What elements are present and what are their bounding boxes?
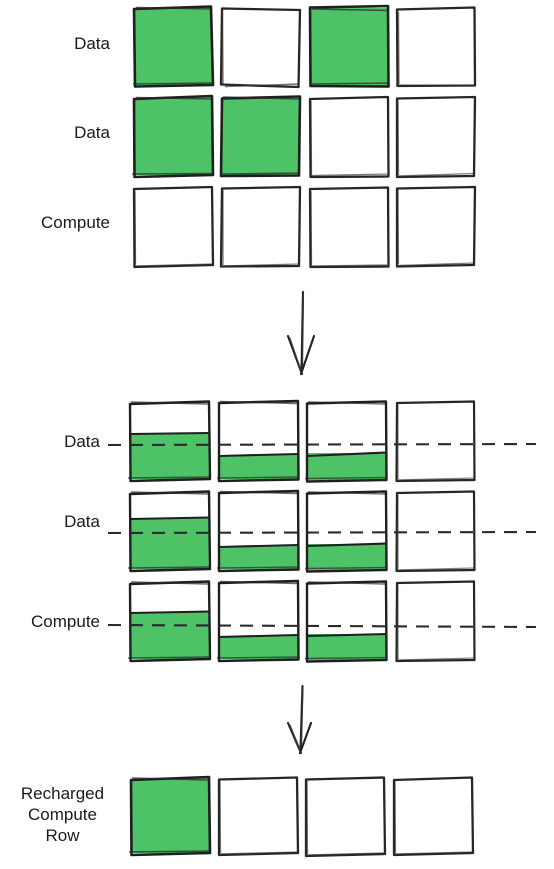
- cell-top-r2-c4[interactable]: [395, 95, 477, 179]
- cell-top-r2-c2[interactable]: [217, 93, 307, 183]
- arrow-middle-to-bottom: [286, 684, 313, 755]
- cell-top-r3-c1[interactable]: [132, 185, 215, 269]
- cell-result-c2[interactable]: [217, 776, 300, 857]
- cell-mid-r1-c4[interactable]: [395, 400, 476, 483]
- cell-mid-r3-c4[interactable]: [395, 580, 476, 663]
- arrow-top-to-middle: [286, 290, 316, 376]
- row-label-compute-top: Compute: [41, 213, 110, 232]
- cell-result-c1[interactable]: [127, 774, 217, 859]
- result-row: [127, 774, 475, 859]
- cell-result-c4[interactable]: [392, 776, 475, 857]
- result-row-label-line2: Compute: [28, 805, 97, 824]
- row-label-data-top-1: Data: [74, 34, 110, 53]
- cell-top-r3-c2[interactable]: [219, 185, 302, 268]
- middle-grid: [107, 399, 537, 667]
- cell-mid-r2-c3[interactable]: [303, 490, 393, 577]
- cell-top-r3-c3[interactable]: [308, 186, 390, 269]
- result-row-label-line3: Row: [45, 826, 80, 845]
- cell-top-r1-c2[interactable]: [219, 7, 302, 89]
- row-label-data-top-2: Data: [74, 123, 110, 142]
- cell-mid-r3-c1[interactable]: [126, 580, 216, 665]
- row-label-data-mid-1: Data: [64, 432, 100, 451]
- diagram-canvas: Data Data Compute Data Data Compute Rech…: [0, 0, 554, 869]
- result-row-label-line1: Recharged: [20, 784, 105, 803]
- top-grid: [130, 3, 477, 269]
- cell-mid-r3-c2[interactable]: [215, 579, 305, 666]
- cell-result-c3[interactable]: [304, 776, 387, 858]
- row-label-data-mid-2: Data: [64, 512, 100, 531]
- cell-top-r3-c4[interactable]: [395, 185, 477, 268]
- cell-mid-r3-c3[interactable]: [303, 580, 393, 667]
- cell-top-r1-c4[interactable]: [395, 6, 477, 88]
- cell-top-r1-c1[interactable]: [130, 4, 220, 94]
- cell-top-r2-c1[interactable]: [130, 93, 220, 183]
- row-label-compute-mid: Compute: [31, 612, 100, 631]
- cell-top-r2-c3[interactable]: [308, 95, 390, 179]
- cell-top-r1-c3[interactable]: [306, 3, 396, 95]
